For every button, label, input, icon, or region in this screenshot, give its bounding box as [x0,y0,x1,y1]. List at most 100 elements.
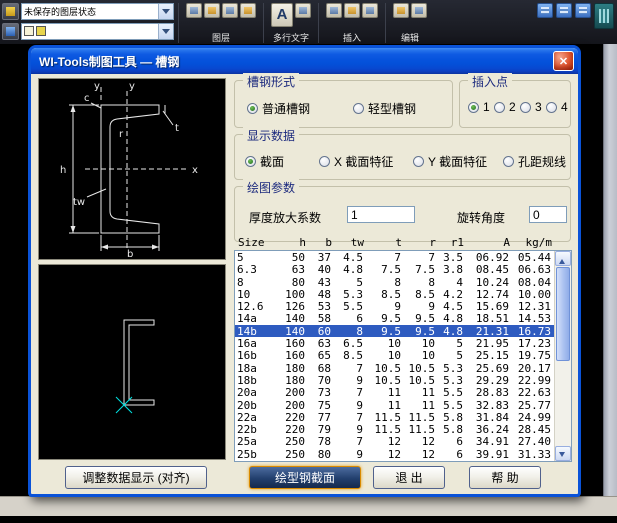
table-icon[interactable] [537,3,553,18]
radio-section[interactable]: 截面 [245,153,284,170]
radio-y-section-props[interactable]: Y 截面特征 [413,153,487,170]
dialog-title: WI-Tools制图工具 — 槽钢 [39,54,180,69]
table-row[interactable]: 25b 250 80 9 12 12 6 39.91 31.33 [235,448,554,460]
table-row[interactable]: 22a 220 77 7 11.5 11.5 5.8 31.84 24.99 [235,411,554,423]
text-style-icon[interactable] [295,3,311,18]
radio-x-section-props[interactable]: X 截面特征 [319,153,393,170]
layer-combo[interactable] [21,22,174,40]
grid-icon[interactable] [556,3,572,18]
table-cell: 10 [421,337,435,350]
layer-properties-icon[interactable] [2,22,19,40]
table-row[interactable]: 16b 160 65 8.5 10 10 5 25.15 19.75 [235,349,554,361]
table-row[interactable]: 22b 220 79 9 11.5 11.5 5.8 36.24 28.45 [235,423,554,435]
help-button[interactable]: 帮 助 [469,466,541,489]
layer-panel-label[interactable]: 图层 [212,33,230,43]
draw-section-button[interactable]: 绘型钢截面 [249,466,361,489]
vertical-scrollbar[interactable] [554,251,571,461]
table-row[interactable]: 6.3 63 40 4.8 7.5 7.5 3.8 08.45 06.63 [235,263,554,275]
radio-hole-gauge[interactable]: 孔距规线 [503,153,566,170]
dialog-titlebar[interactable]: WI-Tools制图工具 — 槽钢 ✕ [31,48,578,74]
table-cell: 14a [237,312,257,325]
exit-button[interactable]: 退 出 [373,466,445,489]
table-row[interactable]: 10 100 48 5.3 8.5 8.5 4.2 12.74 10.00 [235,288,554,300]
steel-size-list[interactable]: 5 50 37 4.5 7 7 3.5 06.92 05.44 6.3 63 40 4.8 7.5 7.5 3… [234,250,572,462]
table-row[interactable]: 12.6 126 53 5.5 9 9 4.5 15.69 12.31 [235,300,554,312]
sheet-icon[interactable] [575,3,591,18]
table-cell: 180 [285,361,305,374]
mtext-icon[interactable]: A [271,3,293,27]
diagram-label-t: t [175,123,179,134]
insert-block-icon[interactable] [326,3,342,18]
radio-insert-point-3[interactable]: 3 [520,100,542,114]
toolbar-right-icons [537,2,614,44]
table-cell: 14b [237,324,257,338]
group-display-data: 显示数据 截面 X 截面特征 Y 截面特征 孔距规线 [234,127,571,180]
radio-light-channel[interactable]: 轻型槽钢 [353,100,416,117]
mtext-label[interactable]: 多行文字 [273,33,309,43]
table-row[interactable]: 18a 180 68 7 10.5 10.5 5.3 25.69 20.17 [235,362,554,374]
dropdown-arrow-icon[interactable] [158,23,173,39]
modify-icon[interactable] [411,3,427,18]
radio-label: 3 [535,100,542,114]
table-cell: 5 [356,275,363,288]
thickness-factor-input[interactable] [347,206,415,223]
table-cell: 20a [237,386,257,399]
close-button[interactable]: ✕ [553,51,574,71]
group-channel-form: 槽钢形式 普通槽钢 轻型槽钢 [234,73,453,128]
scroll-up-button[interactable] [555,251,571,266]
table-row[interactable]: 25a 250 78 7 12 12 6 34.91 27.40 [235,435,554,447]
edit-panel-label[interactable]: 编辑 [401,33,419,43]
layer-match-icon[interactable] [240,3,256,18]
radio-insert-point-4[interactable]: 4 [546,100,568,114]
radio-ordinary-channel[interactable]: 普通槽钢 [247,100,310,117]
edit-tool-icon[interactable] [393,3,409,18]
diagram-label-x: x [192,165,198,176]
radio-label: 轻型槽钢 [368,102,417,116]
table-cell: 5 [456,349,463,362]
table-cell: 220 [285,423,305,436]
radio-icon [494,101,505,113]
table-row[interactable]: 16a 160 63 6.5 10 10 5 21.95 17.23 [235,337,554,349]
table-cell: 160 [285,349,305,362]
attach-icon[interactable] [344,3,360,18]
table-cell: 11 [387,398,401,411]
table-cell: 4.2 [443,287,463,301]
rotation-angle-input[interactable] [529,206,567,223]
radio-insert-point-2[interactable]: 2 [494,100,516,114]
table-cell: 160 [285,337,305,350]
scrollbar-thumb[interactable] [556,267,570,361]
cad-right-scrollbar[interactable] [603,44,617,497]
adjust-display-button[interactable]: 调整数据显示 (对齐) [65,466,207,489]
table-row[interactable]: 8 80 43 5 8 8 4 10.24 08.04 [235,276,554,288]
table-cell: 4.8 [443,312,463,325]
table-row[interactable]: 20a 200 73 7 11 11 5.5 28.83 22.63 [235,386,554,398]
group-title: 绘图参数 [243,179,300,196]
table-cell: 126 [285,300,305,313]
layer-tool-icon[interactable] [186,3,202,18]
table-row[interactable]: 20b 200 75 9 11 11 5.5 32.83 25.77 [235,399,554,411]
insert-panel-label[interactable]: 插入 [343,33,361,43]
table-row[interactable]: 14b 140 60 8 9.5 9.5 4.8 21.31 16.73 [235,324,554,338]
table-cell: 65 [317,349,331,362]
table-cell: 10.00 [517,287,551,301]
scrollbar-track[interactable] [555,362,571,446]
table-cell: 21.31 [475,324,509,338]
scroll-down-button[interactable] [555,446,571,461]
preview-panel [38,264,226,460]
layer-lock-icon[interactable] [222,3,238,18]
radio-insert-point-1[interactable]: 1 [468,100,490,114]
xref-icon[interactable] [362,3,378,18]
layer-state-icon[interactable] [2,2,19,20]
dropdown-arrow-icon[interactable] [158,3,173,19]
table-row[interactable]: 18b 180 70 9 10.5 10.5 5.3 29.29 22.99 [235,374,554,386]
table-cell: 36.24 [475,423,509,436]
table-header-cell: b [325,236,332,249]
table-row[interactable]: 5 50 37 4.5 7 7 3.5 06.92 05.44 [235,251,554,263]
layer-state-combo[interactable]: 未保存的图层状态 [21,2,174,20]
toolbar-separator [263,3,264,43]
table-cell: 6.5 [343,337,363,350]
layer-freeze-icon[interactable] [204,3,220,18]
diagram-label-b: b [127,249,133,259]
table-row[interactable]: 14a 140 58 6 9.5 9.5 4.8 18.51 14.53 [235,312,554,324]
palette-icon[interactable] [594,3,614,29]
